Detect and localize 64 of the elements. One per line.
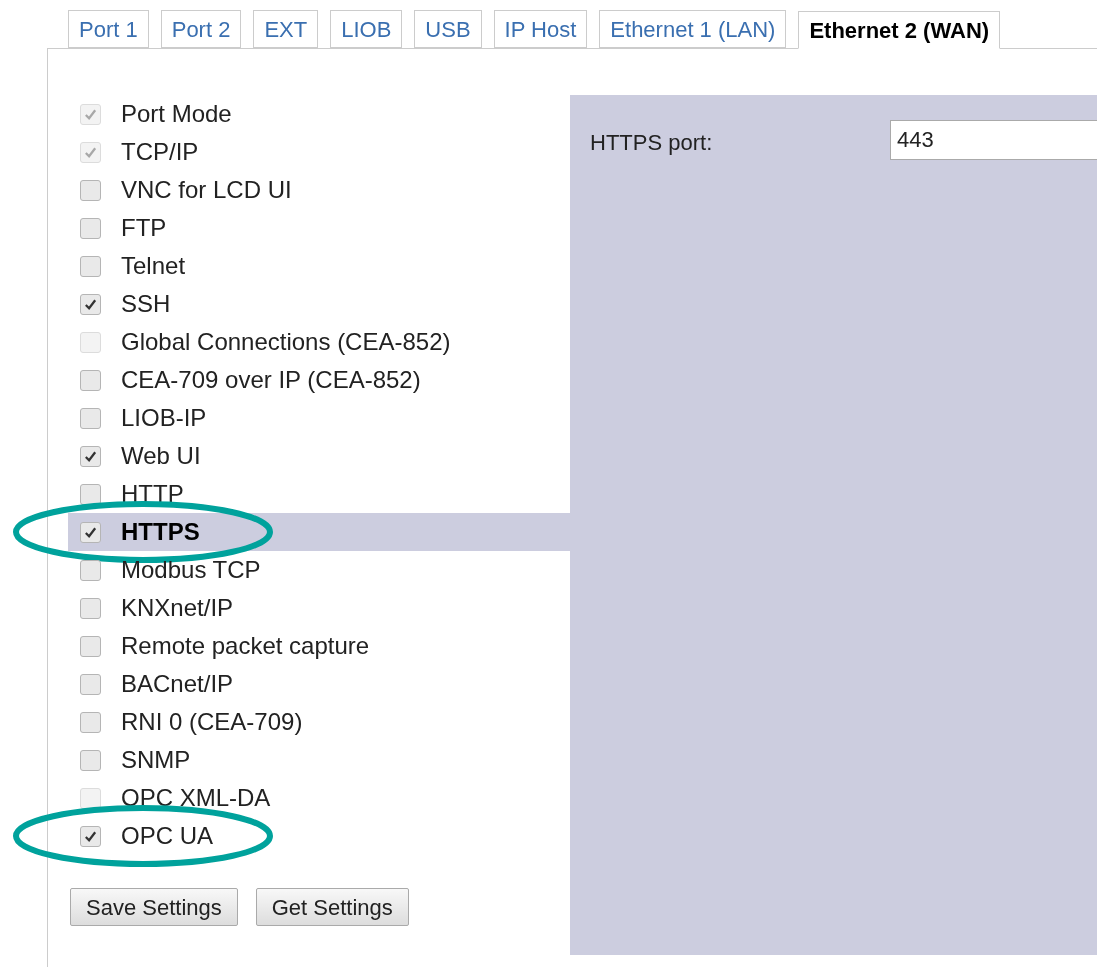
option-row[interactable]: Modbus TCP bbox=[68, 551, 570, 589]
option-label: VNC for LCD UI bbox=[121, 175, 292, 205]
option-label: BACnet/IP bbox=[121, 669, 234, 699]
option-label: Modbus TCP bbox=[121, 555, 261, 585]
option-label: HTTPS bbox=[121, 517, 200, 547]
checkbox[interactable] bbox=[80, 369, 101, 391]
checkbox[interactable] bbox=[80, 711, 101, 733]
option-label: Web UI bbox=[121, 441, 201, 471]
option-row[interactable]: LIOB-IP bbox=[68, 399, 570, 437]
option-label: KNXnet/IP bbox=[121, 593, 234, 623]
settings-button[interactable]: Get Settings bbox=[255, 888, 409, 926]
field-label: HTTPS port: bbox=[590, 129, 714, 157]
option-label: CEA-709 over IP (CEA-852) bbox=[121, 365, 421, 395]
option-row[interactable]: Remote packet capture bbox=[68, 627, 570, 665]
checkbox[interactable] bbox=[80, 559, 101, 581]
checkbox[interactable] bbox=[80, 635, 101, 657]
tab[interactable]: Ethernet 1 (LAN) bbox=[599, 10, 787, 48]
option-label: HTTP bbox=[121, 479, 184, 509]
option-row[interactable]: RNI 0 (CEA-709) bbox=[68, 703, 570, 741]
checkbox[interactable] bbox=[80, 673, 101, 695]
checkbox[interactable] bbox=[80, 217, 101, 239]
tab[interactable]: IP Host bbox=[493, 10, 588, 48]
option-row[interactable]: Web UI bbox=[68, 437, 570, 475]
option-label: OPC UA bbox=[121, 821, 213, 851]
option-row[interactable]: VNC for LCD UI bbox=[68, 171, 570, 209]
option-label: SSH bbox=[121, 289, 171, 319]
tab[interactable]: Ethernet 2 (WAN) bbox=[798, 11, 1001, 49]
option-label: Port Mode bbox=[121, 99, 232, 129]
option-row[interactable]: SSH bbox=[68, 285, 570, 323]
option-row[interactable]: BACnet/IP bbox=[68, 665, 570, 703]
option-label: TCP/IP bbox=[121, 137, 199, 167]
option-row[interactable]: FTP bbox=[68, 209, 570, 247]
checkbox[interactable] bbox=[80, 255, 101, 277]
option-label: LIOB-IP bbox=[121, 403, 207, 433]
option-row[interactable]: HTTP bbox=[68, 475, 570, 513]
checkbox[interactable] bbox=[80, 293, 101, 315]
option-row[interactable]: SNMP bbox=[68, 741, 570, 779]
checkbox[interactable] bbox=[80, 825, 101, 847]
tab[interactable]: Port 1 bbox=[68, 10, 149, 48]
option-label: Remote packet capture bbox=[121, 631, 370, 661]
checkbox[interactable] bbox=[80, 749, 101, 771]
option-label: OPC XML-DA bbox=[121, 783, 271, 813]
tab[interactable]: EXT bbox=[253, 10, 319, 48]
option-row[interactable]: HTTPS bbox=[68, 513, 570, 551]
tab[interactable]: USB bbox=[414, 10, 482, 48]
option-row[interactable]: Telnet bbox=[68, 247, 570, 285]
option-row[interactable]: OPC UA bbox=[68, 817, 570, 855]
input-field[interactable]: 443 bbox=[890, 120, 1097, 160]
checkbox[interactable] bbox=[80, 521, 101, 543]
checkbox[interactable] bbox=[80, 445, 101, 467]
option-label: RNI 0 (CEA-709) bbox=[121, 707, 303, 737]
checkbox[interactable] bbox=[80, 407, 101, 429]
option-label: Global Connections (CEA-852) bbox=[121, 327, 451, 357]
option-row[interactable]: CEA-709 over IP (CEA-852) bbox=[68, 361, 570, 399]
option-label: SNMP bbox=[121, 745, 191, 775]
tab[interactable]: LIOB bbox=[330, 10, 403, 48]
tab[interactable]: Port 2 bbox=[160, 10, 242, 48]
checkbox[interactable] bbox=[80, 597, 101, 619]
option-row[interactable]: KNXnet/IP bbox=[68, 589, 570, 627]
checkbox[interactable] bbox=[80, 483, 101, 505]
settings-button[interactable]: Save Settings bbox=[70, 888, 238, 926]
option-label: FTP bbox=[121, 213, 167, 243]
checkbox[interactable] bbox=[80, 179, 101, 201]
option-label: Telnet bbox=[121, 251, 186, 281]
